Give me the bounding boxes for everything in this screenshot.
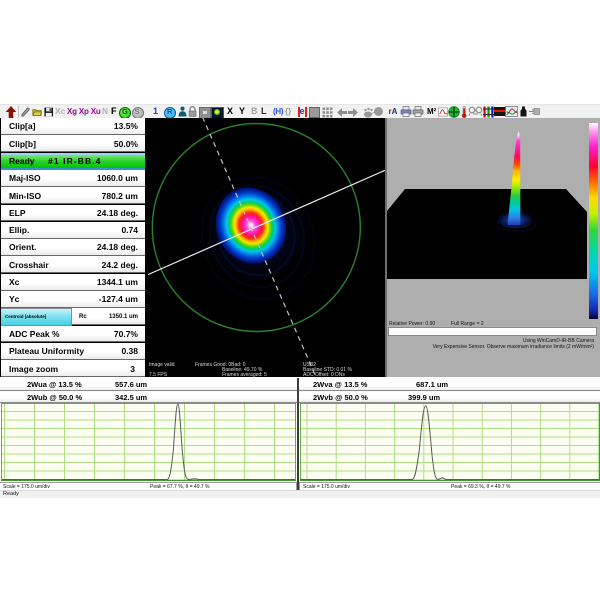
svg-text:Relative Power: 0.90: Relative Power: 0.90 (389, 321, 435, 327)
svg-text:7.5 FPS: 7.5 FPS (149, 372, 168, 377)
svg-text:ADC Offset: 0 DNs: ADC Offset: 0 DNs (303, 372, 345, 377)
svg-text:Very Expensive Sensor. Observe: Very Expensive Sensor. Observe maximum i… (433, 344, 595, 350)
svg-text:Image valid: Image valid (149, 362, 175, 368)
svg-text:Full Range = 2: Full Range = 2 (451, 321, 484, 327)
svg-text:Frames averaged: 5: Frames averaged: 5 (222, 372, 267, 377)
